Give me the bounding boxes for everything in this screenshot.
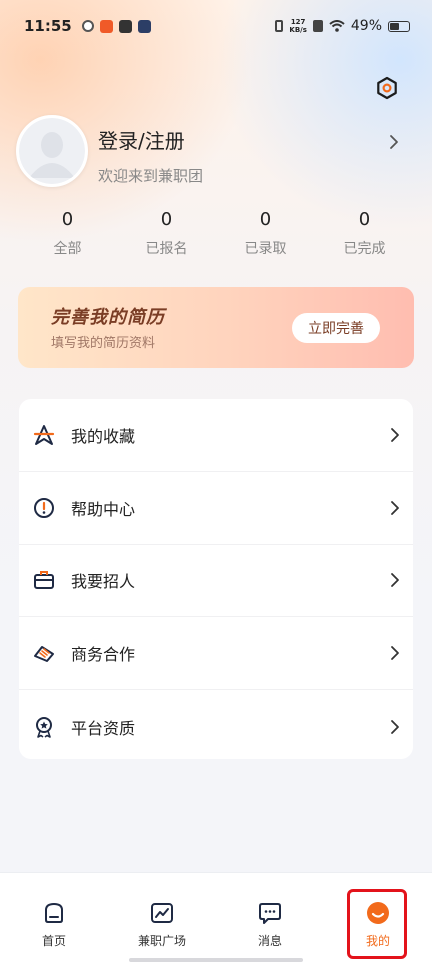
stat-label: 全部 [53,241,82,257]
certificate-icon [36,716,52,738]
battery-percent: 49% [350,18,382,34]
stat-hired[interactable]: 0 已录取 [216,208,315,260]
favorite-icon [33,424,55,445]
menu-item-favorites[interactable]: 我的收藏 [19,399,413,472]
briefcase-icon [34,571,54,590]
stat-applied[interactable]: 0 已报名 [117,208,216,260]
home-indicator[interactable] [129,958,303,962]
menu-item-business[interactable]: 商务合作 [19,617,413,691]
profile-header[interactable]: 登录/注册 欢迎来到兼职团 [16,115,416,190]
stat-label: 已完成 [343,241,386,257]
chevron-right-icon [391,646,399,661]
resume-card[interactable]: 完善我的简历 填写我的简历资料 立即完善 [18,287,414,368]
chevron-right-icon [390,135,398,149]
chevron-right-icon [391,719,399,734]
resume-card-subtitle: 填写我的简历资料 [51,336,156,351]
stat-count: 0 [259,209,272,230]
stat-label: 已报名 [145,241,188,257]
sim-icon [312,20,323,32]
menu-list: 我的收藏 帮助中心 我要招人 商务合作 平台资质 [19,399,413,759]
notification-mail-icon [118,19,132,33]
chevron-right-icon [391,500,399,515]
menu-item-help[interactable]: 帮助中心 [19,472,413,545]
notification-play-icon [137,19,151,33]
stat-count: 0 [160,209,173,230]
welcome-text: 欢迎来到兼职团 [98,167,204,185]
tab-messages[interactable]: 消息 [216,873,324,964]
status-time: 11:55 [24,17,72,35]
notification-app-icon [99,19,113,33]
help-icon [34,497,54,518]
notification-app-icon [81,20,94,32]
tab-label: 我的 [365,934,390,948]
bottom-tab-bar: 首页 兼职广场 消息 我的 [0,872,432,964]
tab-label: 兼职广场 [137,934,186,948]
tab-mine[interactable]: 我的 [324,873,432,964]
menu-item-label: 我要招人 [71,572,136,592]
avatar[interactable] [16,115,88,187]
settings-icon [377,76,397,100]
avatar-placeholder-icon [19,118,85,184]
menu-item-recruit[interactable]: 我要招人 [19,545,413,618]
stat-count: 0 [358,209,371,230]
application-stats: 0 全部 0 已报名 0 已录取 0 已完成 [18,208,414,260]
handshake-icon [34,646,54,663]
chevron-right-icon [391,427,399,442]
menu-item-label: 平台资质 [71,718,136,738]
resume-card-title: 完善我的简历 [51,307,165,328]
trend-icon [151,903,173,923]
menu-item-label: 商务合作 [71,645,136,665]
status-bar: 11:55 127 KB/s 49% [0,0,432,52]
tab-label: 首页 [41,934,66,948]
menu-item-qualification[interactable]: 平台资质 [19,690,413,759]
tab-label: 消息 [257,934,282,948]
profile-icon [367,902,389,924]
battery-icon [388,20,410,32]
stat-completed[interactable]: 0 已完成 [315,208,414,260]
network-speed: 127 KB/s [289,18,307,34]
wifi-icon [329,20,345,32]
chevron-right-icon [391,573,399,588]
login-register-link[interactable]: 登录/注册 [98,125,185,154]
home-icon [45,902,63,923]
settings-button[interactable] [373,74,401,102]
complete-resume-button[interactable]: 立即完善 [292,313,380,343]
tab-home[interactable]: 首页 [0,873,108,964]
stat-label: 已录取 [244,241,287,257]
menu-item-label: 帮助中心 [71,499,136,519]
stat-all[interactable]: 0 全部 [18,208,117,260]
stat-count: 0 [61,209,74,230]
message-icon [259,903,281,924]
tab-job-square[interactable]: 兼职广场 [108,873,216,964]
vibrate-icon [275,20,284,32]
menu-item-label: 我的收藏 [71,426,136,446]
